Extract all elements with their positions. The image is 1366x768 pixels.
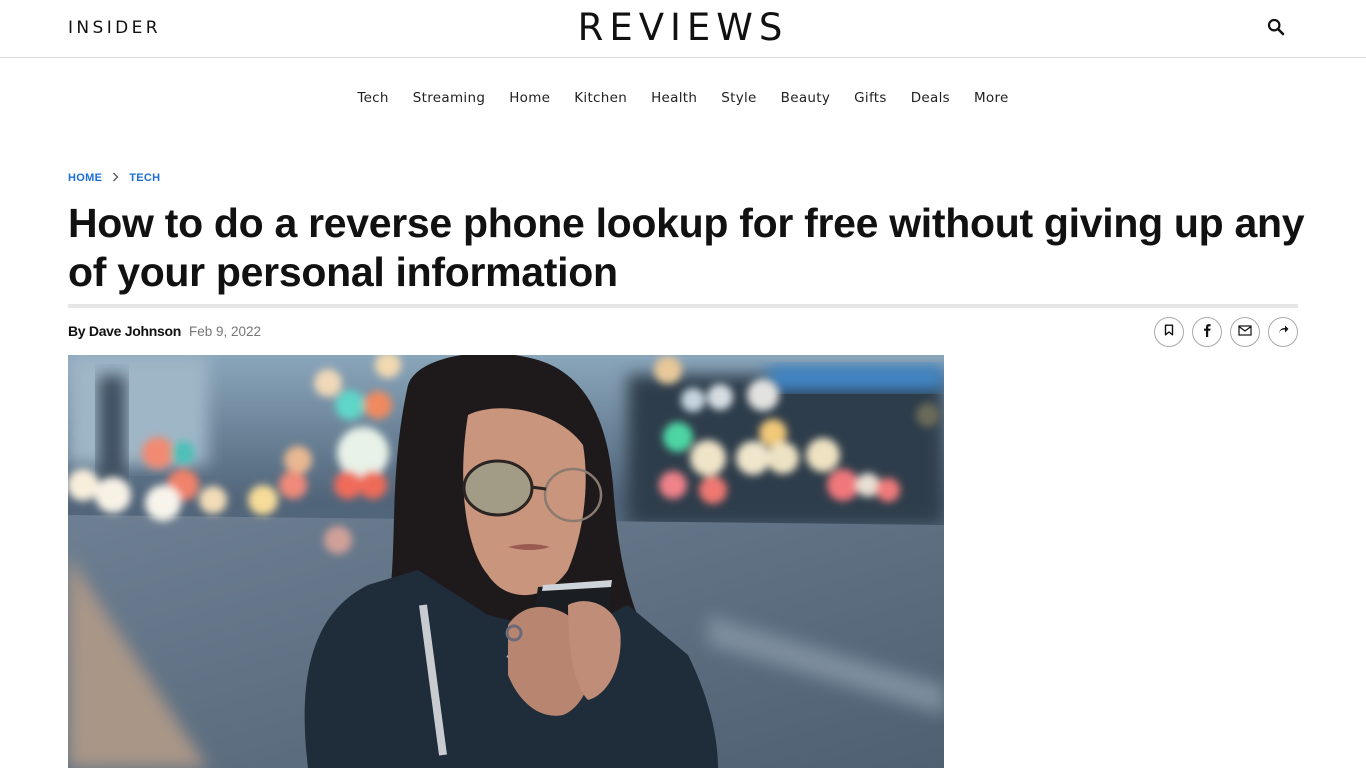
bookmark-button[interactable]	[1154, 317, 1184, 347]
breadcrumb-home[interactable]: HOME	[68, 172, 102, 184]
email-share-button[interactable]	[1230, 317, 1260, 347]
share-button[interactable]	[1268, 317, 1298, 347]
breadcrumb-tech[interactable]: TECH	[129, 172, 160, 184]
title-divider	[68, 304, 1298, 308]
chevron-right-icon	[112, 171, 119, 185]
share-icon	[1277, 323, 1289, 341]
byline: By Dave Johnson Feb 9, 2022	[68, 323, 261, 339]
breadcrumb: HOME TECH	[68, 171, 160, 185]
hero-image	[68, 355, 944, 768]
nav-item-style[interactable]: Style	[709, 88, 768, 108]
bookmark-icon	[1163, 323, 1175, 341]
facebook-share-button[interactable]	[1192, 317, 1222, 347]
nav-item-deals[interactable]: Deals	[899, 88, 962, 108]
nav-item-home[interactable]: Home	[497, 88, 562, 108]
nav-item-gifts[interactable]: Gifts	[842, 88, 899, 108]
search-button[interactable]	[1264, 17, 1288, 41]
email-icon	[1238, 323, 1252, 341]
hero-illustration	[68, 355, 944, 768]
search-icon	[1267, 18, 1285, 41]
nav-item-streaming[interactable]: Streaming	[401, 88, 497, 108]
site-header: INSIDER REVIEWS	[0, 0, 1366, 58]
author-link[interactable]: By Dave Johnson	[68, 323, 181, 339]
nav-item-health[interactable]: Health	[639, 88, 709, 108]
facebook-icon	[1201, 323, 1213, 342]
nav-item-tech[interactable]: Tech	[345, 88, 400, 108]
article-title: How to do a reverse phone lookup for fre…	[68, 200, 1305, 295]
nav-item-kitchen[interactable]: Kitchen	[562, 88, 639, 108]
nav-item-beauty[interactable]: Beauty	[769, 88, 842, 108]
main-nav: Tech Streaming Home Kitchen Health Style…	[0, 88, 1366, 108]
publish-date: Feb 9, 2022	[188, 324, 262, 339]
share-bar	[1154, 317, 1298, 347]
insider-logo[interactable]: INSIDER	[68, 18, 161, 38]
reviews-logo[interactable]: REVIEWS	[571, 5, 795, 51]
nav-item-more[interactable]: More	[962, 88, 1021, 108]
